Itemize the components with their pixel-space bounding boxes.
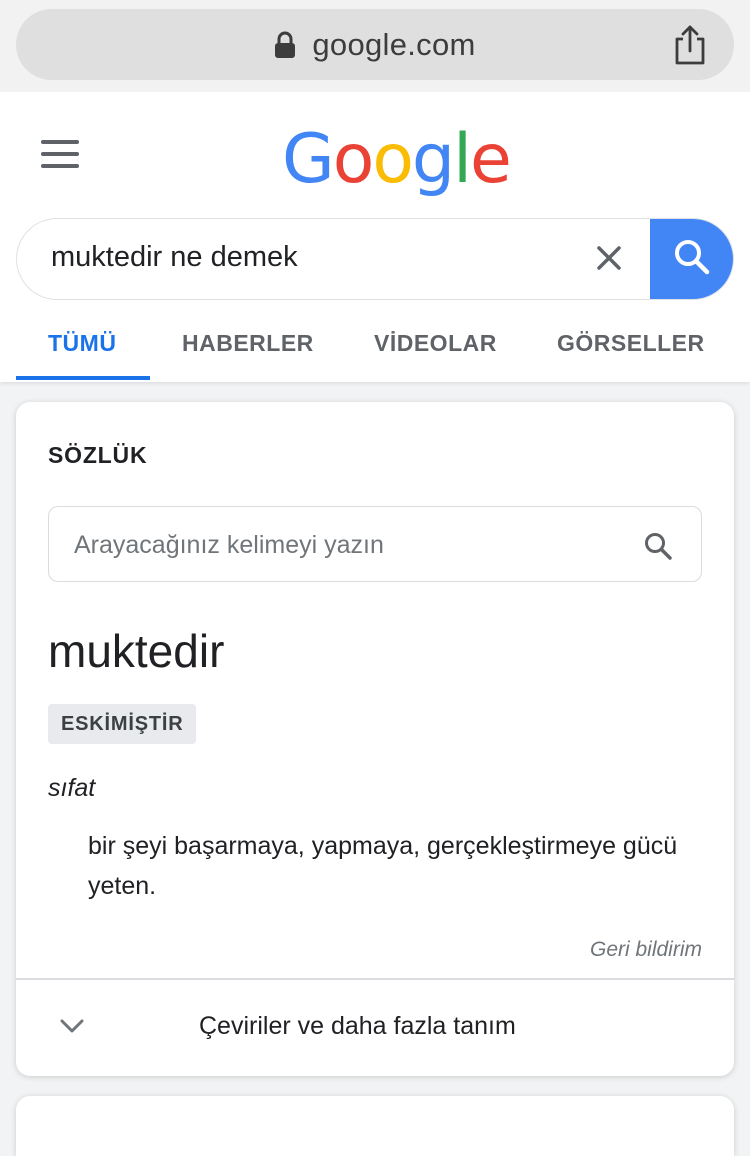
expand-translations-button[interactable]: Çeviriler ve daha fazla tanım — [16, 980, 734, 1076]
hamburger-menu-icon[interactable] — [41, 140, 79, 168]
definition-text: bir şeyi başarmaya, yapmaya, gerçekleşti… — [88, 832, 678, 900]
tab-news[interactable]: HABERLER — [182, 330, 314, 357]
dictionary-input-placeholder: Arayacağınız kelimeyi yazın — [74, 531, 384, 559]
search-icon — [672, 237, 712, 282]
active-tab-indicator — [16, 376, 150, 380]
headword: muktedir — [48, 625, 225, 677]
tab-videos[interactable]: VİDEOLAR — [374, 330, 497, 357]
logo-letter: o — [372, 120, 414, 199]
dictionary-card: SÖZLÜK Arayacağınız kelimeyi yazın mukte… — [16, 402, 734, 1076]
feedback-link[interactable]: Geri bildirim — [590, 938, 702, 962]
search-box: muktedir ne demek — [16, 218, 734, 300]
google-logo[interactable]: Google — [282, 120, 512, 199]
logo-letter: g — [411, 120, 455, 199]
dictionary-search-input[interactable]: Arayacağınız kelimeyi yazın — [48, 506, 702, 582]
url-text: google.com — [312, 26, 476, 62]
search-tabs: TÜMÜ HABERLER VİDEOLAR GÖRSELLER — [0, 322, 750, 382]
url-field[interactable]: google.com — [16, 9, 734, 80]
next-result-card — [16, 1096, 734, 1156]
close-icon[interactable] — [594, 243, 624, 273]
tab-images[interactable]: GÖRSELLER — [557, 330, 705, 357]
browser-address-bar: google.com — [0, 0, 750, 92]
logo-letter: l — [453, 120, 472, 199]
logo-letter: G — [282, 120, 335, 199]
search-input[interactable]: muktedir ne demek — [51, 241, 298, 274]
part-of-speech: sıfat — [48, 774, 96, 802]
usage-badge: ESKİMİŞTİR — [48, 704, 197, 744]
logo-letter: e — [470, 120, 512, 199]
chevron-down-icon — [60, 1018, 84, 1034]
google-header: Google muktedir ne demek TÜMÜ HABERLER V… — [0, 92, 750, 382]
logo-letter: o — [332, 120, 375, 199]
share-icon[interactable] — [672, 25, 708, 65]
tab-all[interactable]: TÜMÜ — [48, 330, 116, 357]
card-heading: SÖZLÜK — [48, 442, 148, 468]
expand-label: Çeviriler ve daha fazla tanım — [199, 1012, 516, 1040]
search-icon[interactable] — [643, 531, 673, 561]
lock-icon — [274, 31, 296, 59]
search-button[interactable] — [650, 219, 733, 299]
